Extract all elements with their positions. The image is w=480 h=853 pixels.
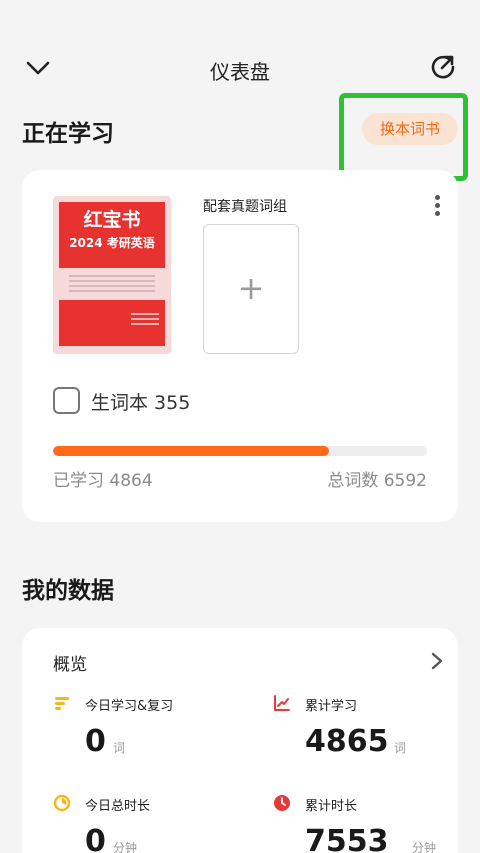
stat-value: 7553 (305, 824, 389, 853)
chevron-right-icon[interactable] (430, 652, 444, 670)
timer-icon (53, 794, 71, 812)
stat-value: 0 (85, 724, 106, 759)
stat-label: 今日总时长 (85, 799, 151, 814)
trend-icon (273, 694, 291, 712)
stat-unit: 分钟 (113, 841, 138, 853)
clock-icon (273, 794, 291, 812)
more-icon[interactable] (430, 195, 444, 221)
stat-label: 今日学习&复习 (85, 699, 174, 714)
stat-value: 4865 (305, 724, 389, 759)
bars-icon (53, 694, 71, 712)
learning-card: 红宝书 2024 考研英语 配套真题词组 + 生词本 355 已学习 4864 … (22, 170, 458, 522)
progress-fill (53, 446, 329, 456)
highlight-box (339, 93, 468, 181)
cover-bottom-band (59, 300, 165, 346)
matching-set-label: 配套真题词组 (203, 199, 287, 215)
my-data-section-title: 我的数据 (22, 578, 114, 604)
cover-title: 红宝书 (83, 209, 141, 231)
stat-unit: 分钟 (412, 841, 437, 853)
stat-unit: 词 (394, 741, 407, 755)
cover-decor-lines (59, 268, 165, 296)
stat-unit: 词 (113, 741, 126, 755)
vocab-book-checkbox[interactable] (53, 387, 80, 414)
learning-progress-bar (53, 446, 427, 456)
learning-section-title: 正在学习 (22, 121, 114, 147)
vocab-book-label: 生词本 355 (91, 392, 191, 414)
total-count: 总词数 6592 (327, 471, 427, 491)
stat-label: 累计学习 (305, 699, 358, 714)
top-bar: 仪表盘 (0, 40, 480, 96)
add-set-button[interactable]: + (203, 224, 299, 354)
share-icon[interactable] (428, 52, 458, 82)
learned-count: 已学习 4864 (53, 471, 153, 491)
page-title: 仪表盘 (210, 60, 270, 84)
stat-label: 累计时长 (305, 799, 358, 814)
stat-value: 0 (85, 824, 106, 853)
cover-subtitle: 2024 考研英语 (69, 236, 155, 250)
book-cover[interactable]: 红宝书 2024 考研英语 (53, 196, 171, 354)
cover-title-area: 红宝书 2024 考研英语 (59, 202, 165, 268)
data-card: 概览 今日学习&复习 0 词 累计学习 4865 词 今日总时长 0 分钟 累计… (22, 628, 458, 853)
overview-label[interactable]: 概览 (53, 650, 87, 675)
